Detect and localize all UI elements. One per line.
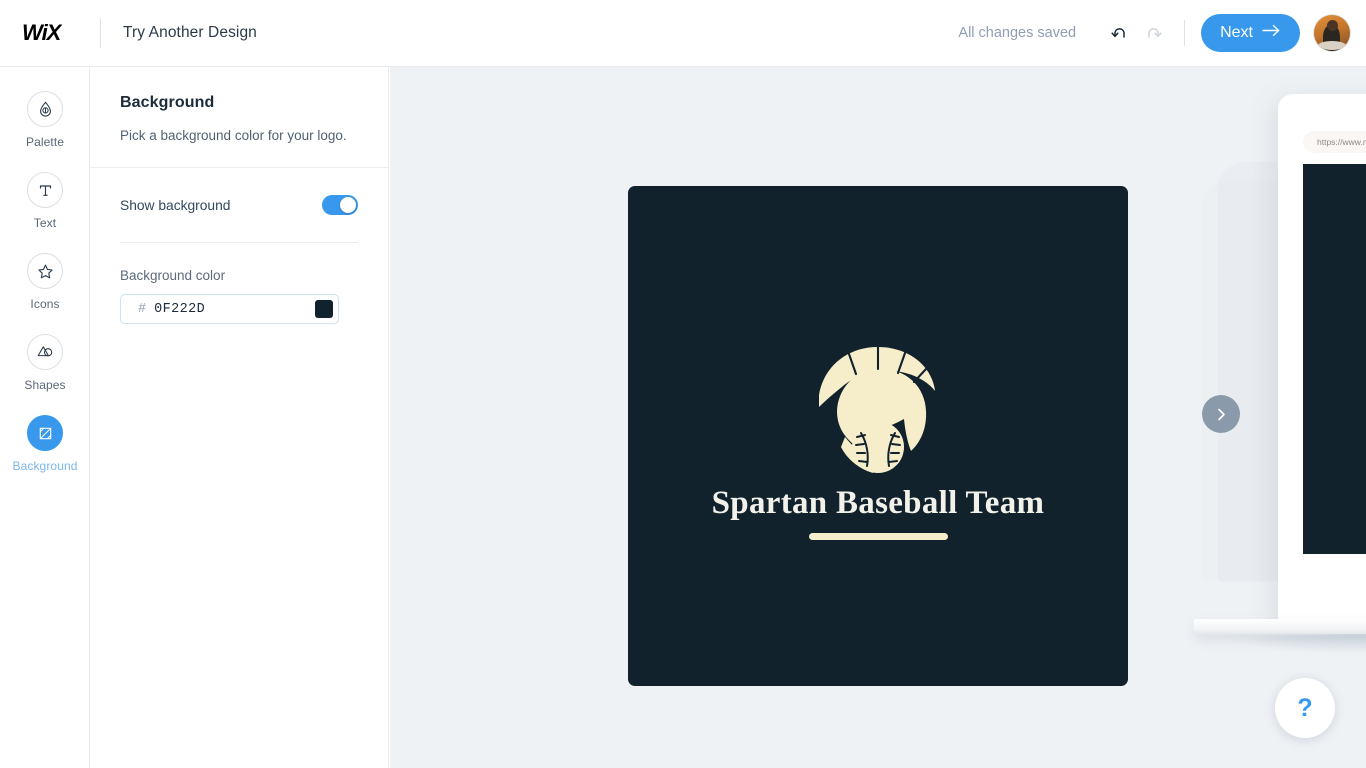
chevron-right-icon[interactable]	[1202, 395, 1240, 433]
hash-prefix: #	[138, 301, 147, 317]
next-button[interactable]: Next	[1201, 14, 1300, 52]
save-status-text: All changes saved	[958, 25, 1077, 41]
text-t-icon	[27, 172, 63, 208]
toggle-knob	[340, 197, 356, 214]
sidebar-item-label: Background	[12, 459, 78, 473]
try-another-design-link[interactable]: Try Another Design	[123, 24, 257, 42]
panel-header: Background Pick a background color for y…	[90, 67, 388, 169]
sidebar-item-shapes[interactable]: Shapes	[0, 334, 90, 392]
arrow-right-icon	[1262, 24, 1281, 42]
preview-canvas: https://www.m Spartan Baseball Team ?	[390, 67, 1366, 768]
show-background-label: Show background	[120, 197, 231, 213]
sidebar-item-label: Palette	[25, 135, 65, 149]
logo-preview-card[interactable]: Spartan Baseball Team	[628, 186, 1128, 686]
question-mark-icon: ?	[1297, 693, 1313, 722]
sidebar-item-label: Text	[33, 216, 57, 230]
mockup-url-text: https://www.m	[1317, 137, 1366, 147]
next-button-label: Next	[1220, 24, 1253, 41]
shapes-icon	[27, 334, 63, 370]
page-title: Background	[120, 94, 215, 111]
sidebar-item-background[interactable]: Background	[0, 415, 90, 473]
panel-divider	[120, 242, 358, 244]
mockup-url-bar: https://www.m	[1303, 131, 1366, 153]
sidebar-item-palette[interactable]: Palette	[0, 91, 90, 149]
redo-arrow-icon	[1136, 16, 1170, 50]
device-mockup: https://www.m Sp	[1188, 94, 1366, 654]
sidebar-item-icons[interactable]: Icons	[0, 253, 90, 311]
logo-underline-bar	[808, 532, 948, 540]
spartan-helmet-baseball-icon	[783, 333, 973, 483]
show-background-row: Show background	[120, 168, 358, 242]
color-swatch-button[interactable]	[315, 300, 333, 319]
panel-description: Pick a background color for your logo.	[120, 128, 347, 143]
undo-arrow-icon[interactable]	[1102, 16, 1136, 50]
panel-body: Show background Background color # 0F222…	[90, 168, 388, 325]
help-button[interactable]: ?	[1275, 678, 1335, 738]
sidebar-item-label: Icons	[30, 297, 60, 311]
show-background-toggle[interactable]	[322, 195, 358, 216]
star-icon	[27, 253, 63, 289]
topbar-divider	[100, 18, 101, 48]
hex-value-text[interactable]: 0F222D	[154, 302, 315, 317]
sidebar-item-label: Shapes	[24, 378, 66, 392]
topbar-right-group: All changes saved Next	[958, 14, 1366, 52]
wix-logo-icon[interactable]: WiX	[22, 19, 78, 47]
top-bar: WiX Try Another Design All changes saved	[0, 0, 1366, 67]
editor-sidebar: Palette Text Icons Shapes Background	[0, 67, 90, 768]
logo-title: Spartan Baseball Team	[711, 484, 1045, 521]
user-avatar[interactable]	[1314, 15, 1350, 51]
topbar-separator	[1184, 20, 1186, 46]
sidebar-item-text[interactable]: Text	[0, 172, 90, 230]
droplet-icon	[27, 91, 63, 127]
background-hatch-icon	[27, 415, 63, 451]
app-root: WiX Try Another Design All changes saved	[0, 0, 1366, 768]
mockup-stand-shadow	[1218, 634, 1366, 654]
svg-text:WiX: WiX	[22, 20, 63, 45]
background-color-label: Background color	[120, 268, 226, 284]
mockup-logo-preview: Sp	[1303, 164, 1366, 554]
mockup-screen: https://www.m Sp	[1278, 94, 1366, 627]
background-settings-panel: Background Pick a background color for y…	[90, 67, 389, 768]
background-hex-input[interactable]: # 0F222D	[120, 294, 339, 325]
